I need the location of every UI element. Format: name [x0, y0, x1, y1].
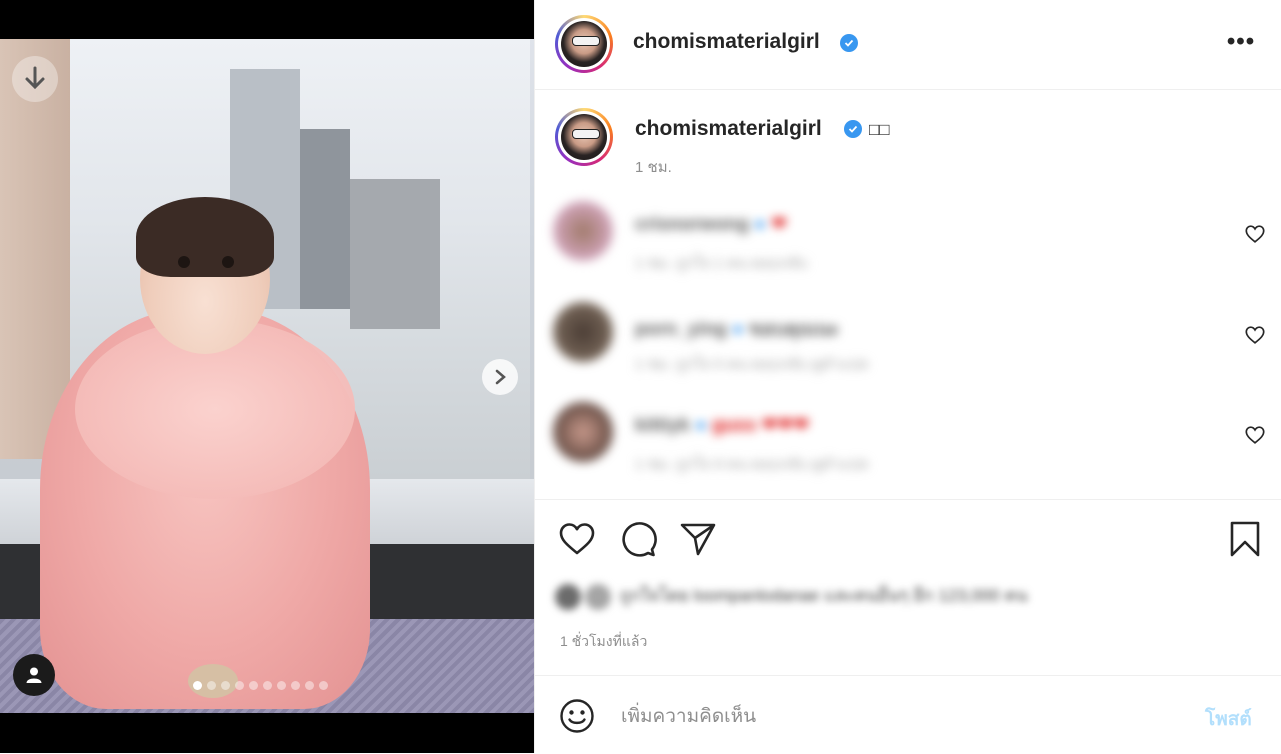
carousel-dot: [319, 681, 328, 690]
like-comment-heart-icon[interactable]: [1244, 223, 1266, 245]
comment-username-and-text[interactable]: kittiyk ● guss ❤❤❤: [635, 414, 809, 437]
photo-eye: [178, 256, 190, 268]
like-heart-icon[interactable]: [558, 520, 596, 558]
likes-summary[interactable]: ถูกใจโดย loompanlodanae และคนอื่นๆ อีก 1…: [555, 582, 1027, 610]
chevron-right-icon: [495, 369, 506, 385]
download-button[interactable]: [12, 56, 58, 102]
comment-meta: 1 ชม. ถูกใจ 9 คน ตอบกลับ ดูคำแปล: [635, 456, 869, 473]
carousel-dot: [221, 681, 230, 690]
emoji-picker-icon[interactable]: [559, 698, 595, 734]
avatar-photo: [561, 114, 607, 160]
comment-input[interactable]: [619, 696, 1183, 738]
comment-item: porn_ying ● ขอบคุณนะ 1 ชม. ถูกใจ 5 คน ตอ…: [553, 302, 1265, 373]
save-bookmark-icon[interactable]: [1226, 520, 1264, 558]
liker-avatar: [555, 583, 581, 610]
comment-meta: 1 ชม. ถูกใจ 5 คน ตอบกลับ ดูคำแปล: [635, 356, 869, 373]
comment-username-and-text[interactable]: porn_ying ● ขอบคุณนะ: [635, 314, 839, 344]
avatar-photo: [561, 21, 607, 67]
share-send-icon[interactable]: [679, 520, 717, 558]
carousel-indicator: [193, 681, 328, 690]
comment-item: kittiyk ● guss ❤❤❤ 1 ชม. ถูกใจ 9 คน ตอบก…: [553, 402, 1265, 473]
carousel-dot: [263, 681, 272, 690]
carousel-dot: [193, 681, 202, 690]
photo-child-hair: [136, 197, 274, 277]
verified-badge-icon: [840, 34, 858, 52]
post-header: chomismaterialgirl •••: [535, 0, 1281, 90]
commenter-avatar[interactable]: [553, 201, 613, 261]
carousel-next-button[interactable]: [482, 359, 518, 395]
post-comment-button[interactable]: โพสต์: [1205, 704, 1252, 734]
tagged-users-button[interactable]: [13, 654, 55, 696]
caption-avatar[interactable]: [555, 108, 613, 166]
like-comment-heart-icon[interactable]: [1244, 324, 1266, 346]
post-photo[interactable]: [0, 39, 534, 713]
like-comment-heart-icon[interactable]: [1244, 424, 1266, 446]
comment-composer: โพสต์: [535, 675, 1281, 754]
author-username[interactable]: chomismaterialgirl: [633, 30, 820, 54]
post-media: [0, 0, 534, 753]
more-options-icon[interactable]: •••: [1226, 28, 1256, 55]
download-arrow-icon: [25, 66, 45, 90]
post-actions: ถูกใจโดย loompanlodanae และคนอื่นๆ อีก 1…: [535, 499, 1281, 678]
comment-item: crisnorwong ● ❤ 1 ชม. ถูกใจ 1 คน ตอบกลับ: [553, 201, 1265, 272]
photo-building: [350, 179, 440, 329]
comment-meta: 1 ชม. ถูกใจ 1 คน ตอบกลับ: [635, 255, 808, 272]
comment-bubble-icon[interactable]: [619, 520, 657, 558]
comment-username-and-text[interactable]: crisnorwong ● ❤: [635, 213, 787, 236]
caption-text: □□: [869, 120, 890, 139]
caption-username[interactable]: chomismaterialgirl: [635, 117, 822, 141]
verified-badge-icon: [844, 120, 862, 138]
caption-timestamp[interactable]: 1 ชม.: [635, 155, 672, 179]
carousel-dot: [207, 681, 216, 690]
photo-window-frame: [0, 39, 70, 459]
post-timestamp[interactable]: 1 ชั่วโมงที่แล้ว: [560, 631, 647, 653]
checkmark-icon: [844, 39, 854, 47]
photo-eye: [222, 256, 234, 268]
liker-avatar: [585, 583, 611, 610]
carousel-dot: [235, 681, 244, 690]
commenter-avatar[interactable]: [553, 402, 613, 462]
carousel-dot: [277, 681, 286, 690]
photo-building: [300, 129, 350, 309]
checkmark-icon: [848, 125, 858, 133]
author-avatar[interactable]: [555, 15, 613, 73]
user-icon: [26, 667, 42, 683]
carousel-dot: [305, 681, 314, 690]
post-sidebar: chomismaterialgirl ••• chomismaterialgir…: [534, 0, 1281, 753]
carousel-dot: [291, 681, 300, 690]
carousel-dot: [249, 681, 258, 690]
commenter-avatar[interactable]: [553, 302, 613, 362]
